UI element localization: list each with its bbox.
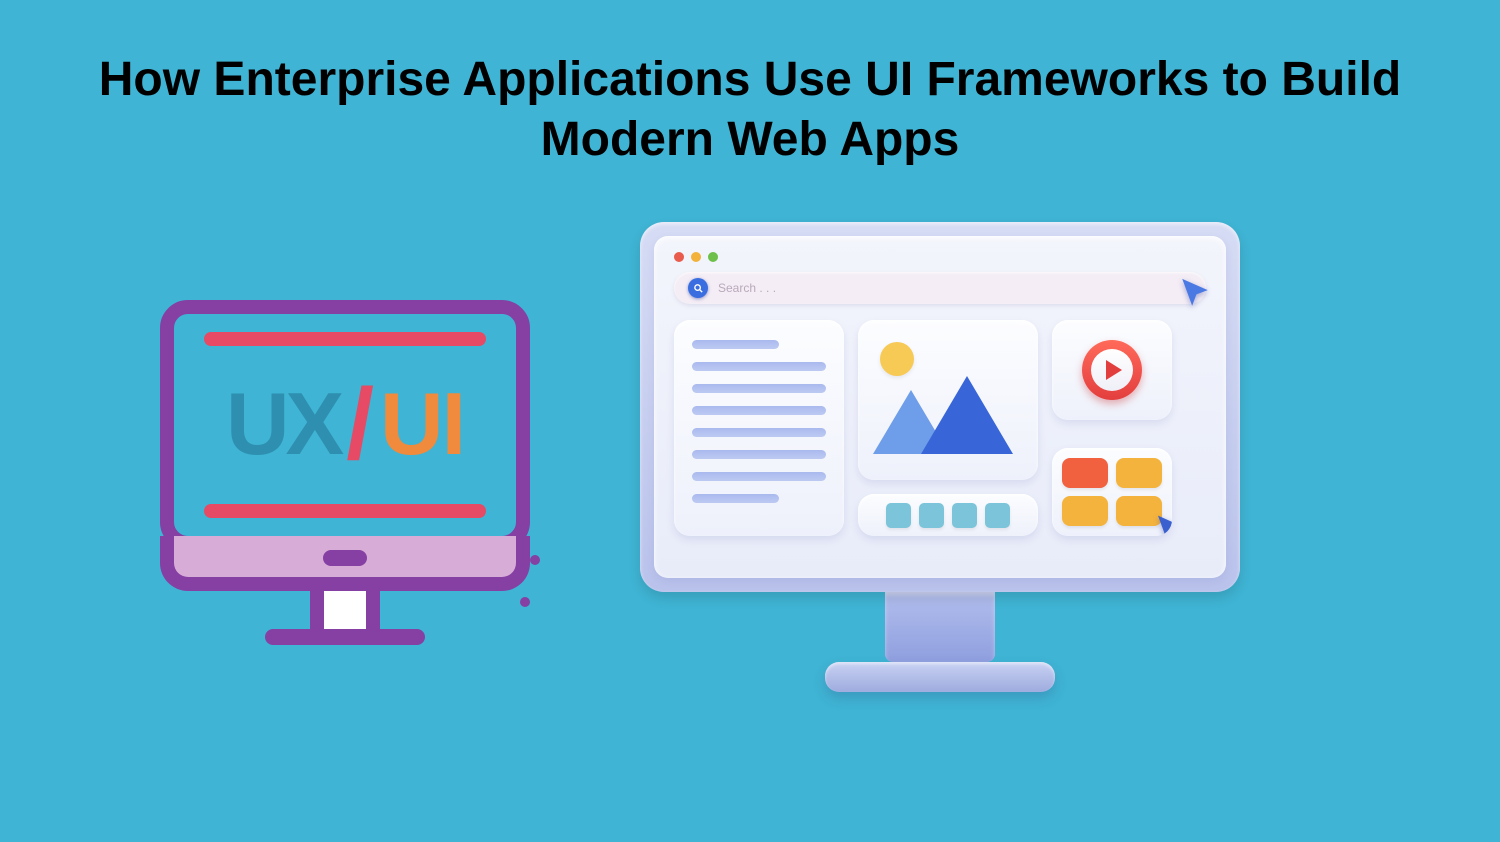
search-placeholder: Search . . . — [718, 281, 776, 295]
text-line — [692, 494, 779, 503]
ux-ui-monitor-illustration: UX / UI — [160, 300, 530, 650]
text-line — [692, 450, 826, 459]
monitor-neck — [310, 591, 380, 629]
ux-label: UX — [226, 373, 340, 475]
page-title: How Enterprise Applications Use UI Frame… — [0, 50, 1500, 170]
decorative-dot-icon — [530, 555, 540, 565]
monitor-neck — [885, 592, 995, 662]
app-grid-card — [1052, 448, 1172, 536]
text-line — [692, 406, 826, 415]
mountains-icon — [873, 374, 1013, 454]
browser-window: Search . . . — [654, 236, 1226, 578]
thumbnail-tile — [919, 503, 944, 528]
decorative-bar-top — [204, 332, 486, 346]
ux-ui-text: UX / UI — [174, 364, 516, 484]
decorative-dot-icon — [520, 597, 530, 607]
monitor-chin — [160, 536, 530, 591]
app-tile — [1062, 496, 1108, 526]
search-bar: Search . . . — [674, 272, 1206, 304]
slash: / — [346, 367, 374, 482]
search-icon — [688, 278, 708, 298]
text-line — [692, 340, 779, 349]
monitor-frame: Search . . . — [640, 222, 1240, 592]
thumbnail-tile — [985, 503, 1010, 528]
ui-label: UI — [380, 373, 464, 475]
cursor-icon — [1154, 513, 1172, 536]
cursor-icon — [1178, 276, 1212, 315]
monitor-frame: UX / UI — [160, 300, 530, 550]
web-app-monitor-illustration: Search . . . — [640, 222, 1240, 700]
video-card — [1052, 320, 1172, 420]
text-line — [692, 428, 826, 437]
text-line — [692, 384, 826, 393]
image-card — [858, 320, 1038, 480]
sun-icon — [880, 342, 914, 376]
window-traffic-lights — [674, 252, 1206, 262]
monitor-stand — [265, 629, 425, 645]
monitor-power-button-icon — [323, 550, 367, 566]
app-tile — [1116, 458, 1162, 488]
text-line — [692, 472, 826, 481]
content-grid — [674, 320, 1206, 536]
maximize-dot-icon — [708, 252, 718, 262]
minimize-dot-icon — [691, 252, 701, 262]
text-content-card — [674, 320, 844, 536]
thumbnail-tile — [952, 503, 977, 528]
app-tile — [1062, 458, 1108, 488]
text-line — [692, 362, 826, 371]
play-button-icon — [1082, 340, 1142, 400]
thumbnail-row-card — [858, 494, 1038, 536]
close-dot-icon — [674, 252, 684, 262]
monitor-stand — [825, 662, 1055, 692]
decorative-bar-bottom — [204, 504, 486, 518]
thumbnail-tile — [886, 503, 911, 528]
